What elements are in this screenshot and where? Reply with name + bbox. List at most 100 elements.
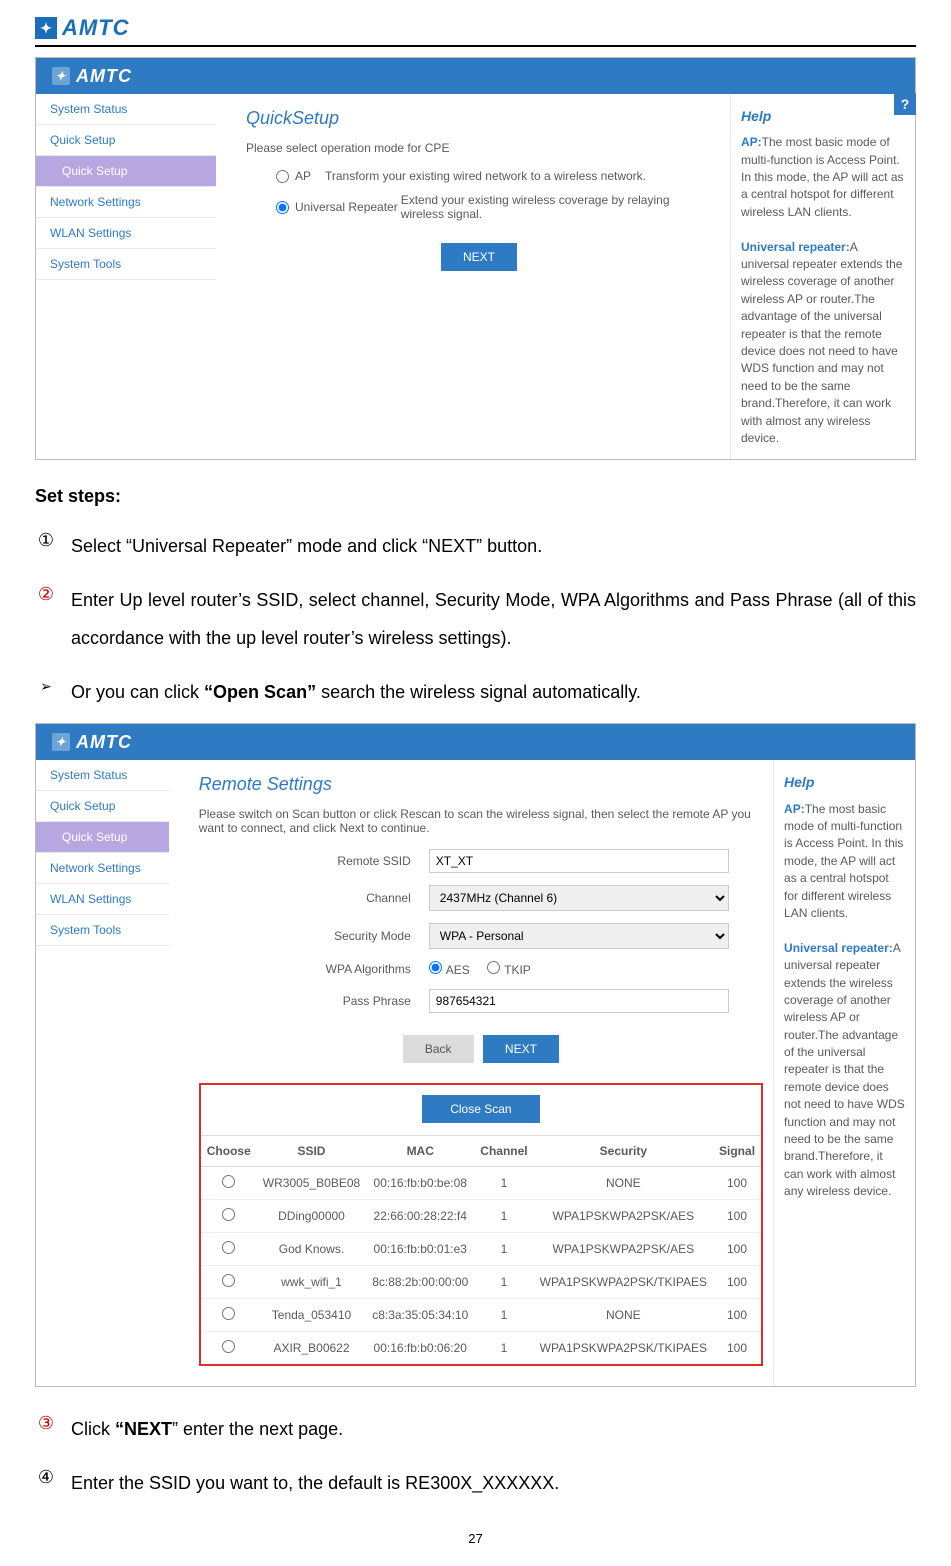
input-pass-phrase[interactable]: [429, 989, 729, 1013]
select-security-mode[interactable]: WPA - Personal: [429, 923, 729, 949]
cell-channel: 1: [474, 1200, 533, 1233]
help-ur-body: A universal repeater extends the wireles…: [741, 240, 902, 445]
close-scan-button[interactable]: Close Scan: [422, 1095, 539, 1123]
doc-header: ✦ AMTC: [35, 15, 916, 47]
step-1-text: Select “Universal Repeater” mode and cli…: [71, 528, 542, 566]
radio-ur-label: Universal Repeater: [295, 200, 401, 214]
row-choose-radio[interactable]: [222, 1208, 235, 1221]
set-steps-heading: Set steps:: [35, 478, 916, 516]
row-choose-radio[interactable]: [222, 1175, 235, 1188]
col-mac: MAC: [366, 1136, 474, 1167]
sidebar-item-quick-setup[interactable]: Quick Setup: [36, 125, 216, 156]
sidebar-item-system-tools[interactable]: System Tools: [36, 915, 169, 946]
step3-bold: “NEXT: [115, 1419, 172, 1439]
cell-mac: 00:16:fb:b0:06:20: [366, 1332, 474, 1365]
radio-ap[interactable]: [276, 170, 289, 183]
step-marker-3: ③: [35, 1405, 57, 1443]
cell-ssid: wwk_wifi_1: [257, 1266, 366, 1299]
radio-universal-repeater[interactable]: [276, 201, 289, 214]
cell-channel: 1: [474, 1167, 533, 1200]
sidebar-item-quick-setup[interactable]: Quick Setup: [36, 791, 169, 822]
col-signal: Signal: [713, 1136, 761, 1167]
sidebar-item-system-status[interactable]: System Status: [36, 760, 169, 791]
cell-channel: 1: [474, 1332, 533, 1365]
help-pane: Help AP:The most basic mode of multi-fun…: [773, 760, 915, 1386]
step-marker-4: ④: [35, 1459, 57, 1497]
table-row: AXIR_B0062200:16:fb:b0:06:201WPA1PSKWPA2…: [201, 1332, 761, 1365]
help-icon[interactable]: ?: [894, 93, 916, 115]
cell-mac: 8c:88:2b:00:00:00: [366, 1266, 474, 1299]
sidebar-item-system-status[interactable]: System Status: [36, 94, 216, 125]
col-channel: Channel: [474, 1136, 533, 1167]
brand-text: AMTC: [62, 15, 130, 41]
cell-ssid: DDing00000: [257, 1200, 366, 1233]
cell-security: WPA1PSKWPA2PSK/TKIPAES: [534, 1266, 713, 1299]
content-pane: Remote Settings Please switch on Scan bu…: [169, 760, 773, 1386]
radio-ap-desc: Transform your existing wired network to…: [325, 169, 646, 183]
step-marker-2: ②: [35, 576, 57, 614]
step-2-text: Enter Up level router’s SSID, select cha…: [71, 582, 916, 658]
cell-security: WPA1PSKWPA2PSK/TKIPAES: [534, 1332, 713, 1365]
sidebar-item-network-settings[interactable]: Network Settings: [36, 187, 216, 218]
label-channel: Channel: [259, 891, 429, 905]
cell-signal: 100: [713, 1233, 761, 1266]
next-button[interactable]: NEXT: [441, 243, 517, 271]
select-channel[interactable]: 2437MHz (Channel 6): [429, 885, 729, 911]
cell-signal: 100: [713, 1266, 761, 1299]
or-open-scan-text: Or you can click “Open Scan” search the …: [71, 674, 641, 712]
screenshot-remote-settings: ✦ AMTC System Status Quick Setup Quick S…: [35, 723, 916, 1387]
bullet-marker: ➢: [35, 668, 57, 704]
step3-post: ” enter the next page.: [172, 1419, 343, 1439]
radio-aes[interactable]: [429, 961, 442, 974]
banner-brand: AMTC: [76, 732, 132, 753]
row-choose-radio[interactable]: [222, 1241, 235, 1254]
sidebar-item-quick-setup-active[interactable]: Quick Setup: [36, 822, 169, 853]
intro-text: Please switch on Scan button or click Re…: [199, 807, 763, 835]
content-pane: QuickSetup Please select operation mode …: [216, 94, 730, 459]
help-title: Help: [784, 772, 905, 792]
input-remote-ssid[interactable]: [429, 849, 729, 873]
sidebar-item-network-settings[interactable]: Network Settings: [36, 853, 169, 884]
step-4-text: Enter the SSID you want to, the default …: [71, 1465, 559, 1503]
help-title: Help: [741, 106, 905, 126]
or-bold: “Open Scan”: [204, 682, 316, 702]
page-title: QuickSetup: [246, 108, 712, 129]
step3-pre: Click: [71, 1419, 115, 1439]
sidebar-item-wlan-settings[interactable]: WLAN Settings: [36, 218, 216, 249]
help-pane: ? Help AP:The most basic mode of multi-f…: [730, 94, 915, 459]
row-choose-radio[interactable]: [222, 1307, 235, 1320]
row-choose-radio[interactable]: [222, 1340, 235, 1353]
next-button[interactable]: NEXT: [483, 1035, 559, 1063]
brand-icon: ✦: [52, 67, 70, 85]
table-row: wwk_wifi_18c:88:2b:00:00:001WPA1PSKWPA2P…: [201, 1266, 761, 1299]
help-ap-label: AP:: [741, 135, 762, 149]
sidebar-item-wlan-settings[interactable]: WLAN Settings: [36, 884, 169, 915]
banner-brand: AMTC: [76, 66, 132, 87]
cell-channel: 1: [474, 1233, 533, 1266]
cell-signal: 100: [713, 1200, 761, 1233]
label-pass-phrase: Pass Phrase: [259, 994, 429, 1008]
sidebar-item-quick-setup-active[interactable]: Quick Setup: [36, 156, 216, 187]
intro-text: Please select operation mode for CPE: [246, 141, 712, 155]
radio-tkip[interactable]: [487, 961, 500, 974]
cell-mac: 00:16:fb:b0:01:e3: [366, 1233, 474, 1266]
cell-channel: 1: [474, 1266, 533, 1299]
back-button[interactable]: Back: [403, 1035, 474, 1063]
help-ap-body: The most basic mode of multi-function is…: [741, 135, 904, 219]
step-marker-1: ①: [35, 522, 57, 560]
label-security-mode: Security Mode: [259, 929, 429, 943]
col-security: Security: [534, 1136, 713, 1167]
cell-ssid: Tenda_053410: [257, 1299, 366, 1332]
table-row: God Knows.00:16:fb:b0:01:e31WPA1PSKWPA2P…: [201, 1233, 761, 1266]
sidebar-item-system-tools[interactable]: System Tools: [36, 249, 216, 280]
help-ur-label: Universal repeater:: [741, 240, 850, 254]
screenshot-quicksetup: ✦ AMTC System Status Quick Setup Quick S…: [35, 57, 916, 460]
scan-results-box: Close Scan Choose SSID MAC Channel Secur…: [199, 1083, 763, 1366]
cell-security: NONE: [534, 1167, 713, 1200]
cell-channel: 1: [474, 1299, 533, 1332]
help-ap-label: AP:: [784, 802, 805, 816]
row-choose-radio[interactable]: [222, 1274, 235, 1287]
app-banner: ✦ AMTC: [36, 724, 915, 760]
cell-security: WPA1PSKWPA2PSK/AES: [534, 1200, 713, 1233]
brand-icon: ✦: [52, 733, 70, 751]
